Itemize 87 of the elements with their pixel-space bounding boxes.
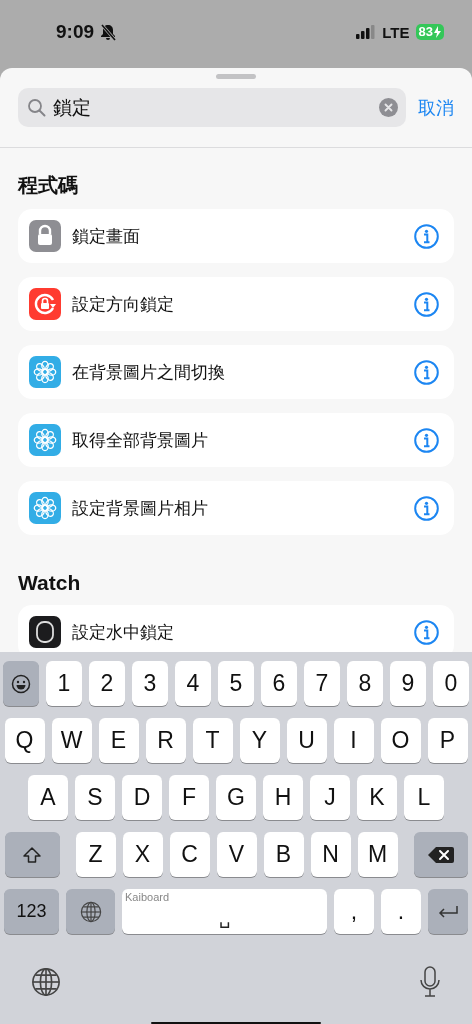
- key[interactable]: W: [51, 718, 92, 763]
- shift-key[interactable]: [4, 832, 60, 877]
- action-label: 設定背景圖片相片: [72, 496, 209, 520]
- flower-icon: [29, 424, 61, 456]
- key[interactable]: N: [310, 832, 351, 877]
- key[interactable]: U: [286, 718, 327, 763]
- info-icon[interactable]: [414, 291, 439, 317]
- key[interactable]: K: [357, 775, 397, 820]
- key[interactable]: T: [192, 718, 233, 763]
- microphone-icon[interactable]: [420, 966, 440, 998]
- key[interactable]: J: [310, 775, 350, 820]
- smiley-icon: [11, 673, 31, 694]
- key[interactable]: 0: [433, 661, 469, 706]
- return-icon: [437, 904, 459, 919]
- clear-icon[interactable]: [379, 98, 398, 117]
- bell-slash-icon: [100, 23, 117, 41]
- key[interactable]: 2: [89, 661, 125, 706]
- globe-key[interactable]: [66, 889, 115, 934]
- key[interactable]: 1: [46, 661, 82, 706]
- key[interactable]: S: [75, 775, 115, 820]
- key[interactable]: G: [216, 775, 256, 820]
- action-row[interactable]: 設定背景圖片相片: [18, 481, 454, 535]
- key[interactable]: Y: [239, 718, 280, 763]
- return-key[interactable]: [428, 889, 468, 934]
- numbers-key[interactable]: 123: [4, 889, 59, 934]
- globe-icon[interactable]: [31, 967, 61, 997]
- rotation-lock-icon: [29, 288, 61, 320]
- key[interactable]: L: [404, 775, 444, 820]
- search-icon: [27, 98, 46, 117]
- space-bar[interactable]: Kaiboard ␣: [122, 889, 327, 934]
- padlock-icon: [29, 220, 61, 252]
- info-icon[interactable]: [414, 359, 439, 385]
- section-header: Watch: [18, 571, 82, 595]
- key[interactable]: B: [263, 832, 304, 877]
- key[interactable]: .: [381, 889, 421, 934]
- key[interactable]: ,: [334, 889, 374, 934]
- key[interactable]: P: [427, 718, 468, 763]
- flower-icon: [29, 492, 61, 524]
- key[interactable]: C: [169, 832, 210, 877]
- key[interactable]: 9: [390, 661, 426, 706]
- action-row[interactable]: 取得全部背景圖片: [18, 413, 454, 467]
- action-label: 在背景圖片之間切換: [72, 360, 226, 384]
- key[interactable]: X: [122, 832, 163, 877]
- action-label: 設定水中鎖定: [72, 620, 175, 644]
- flower-icon: [29, 356, 61, 388]
- info-icon[interactable]: [414, 427, 439, 453]
- key[interactable]: A: [28, 775, 68, 820]
- section-header: 程式碼: [18, 172, 79, 199]
- action-label: 取得全部背景圖片: [72, 428, 209, 452]
- key[interactable]: 8: [347, 661, 383, 706]
- action-label: 設定方向鎖定: [72, 292, 175, 316]
- key[interactable]: D: [122, 775, 162, 820]
- info-icon[interactable]: [414, 223, 439, 249]
- action-row[interactable]: 在背景圖片之間切換: [18, 345, 454, 399]
- time: 9:09: [56, 21, 95, 43]
- key[interactable]: 3: [132, 661, 168, 706]
- network-type: LTE: [382, 23, 410, 41]
- watch-icon: [29, 616, 61, 648]
- key[interactable]: 7: [304, 661, 340, 706]
- key[interactable]: R: [145, 718, 186, 763]
- search-field[interactable]: 鎖定: [18, 88, 406, 127]
- key[interactable]: Q: [4, 718, 45, 763]
- key[interactable]: M: [357, 832, 398, 877]
- key[interactable]: F: [169, 775, 209, 820]
- globe-icon: [79, 900, 102, 923]
- key[interactable]: 6: [261, 661, 297, 706]
- info-icon[interactable]: [414, 619, 439, 645]
- key[interactable]: E: [98, 718, 139, 763]
- battery-indicator: 83: [415, 24, 444, 40]
- backspace-icon: [427, 845, 454, 864]
- delete-key[interactable]: [413, 832, 468, 877]
- key[interactable]: I: [333, 718, 374, 763]
- key[interactable]: O: [380, 718, 421, 763]
- info-icon[interactable]: [414, 495, 439, 521]
- action-label: 鎖定畫面: [72, 224, 141, 248]
- key[interactable]: 4: [175, 661, 211, 706]
- cancel-button[interactable]: 取消: [418, 95, 454, 120]
- signal-icon: [356, 25, 377, 39]
- emoji-key[interactable]: [3, 661, 39, 706]
- shift-icon: [22, 845, 42, 864]
- key[interactable]: V: [216, 832, 257, 877]
- action-row[interactable]: 設定水中鎖定: [18, 605, 454, 652]
- key[interactable]: 5: [218, 661, 254, 706]
- action-row[interactable]: 鎖定畫面: [18, 209, 454, 263]
- key[interactable]: H: [263, 775, 303, 820]
- key[interactable]: Z: [75, 832, 116, 877]
- action-row[interactable]: 設定方向鎖定: [18, 277, 454, 331]
